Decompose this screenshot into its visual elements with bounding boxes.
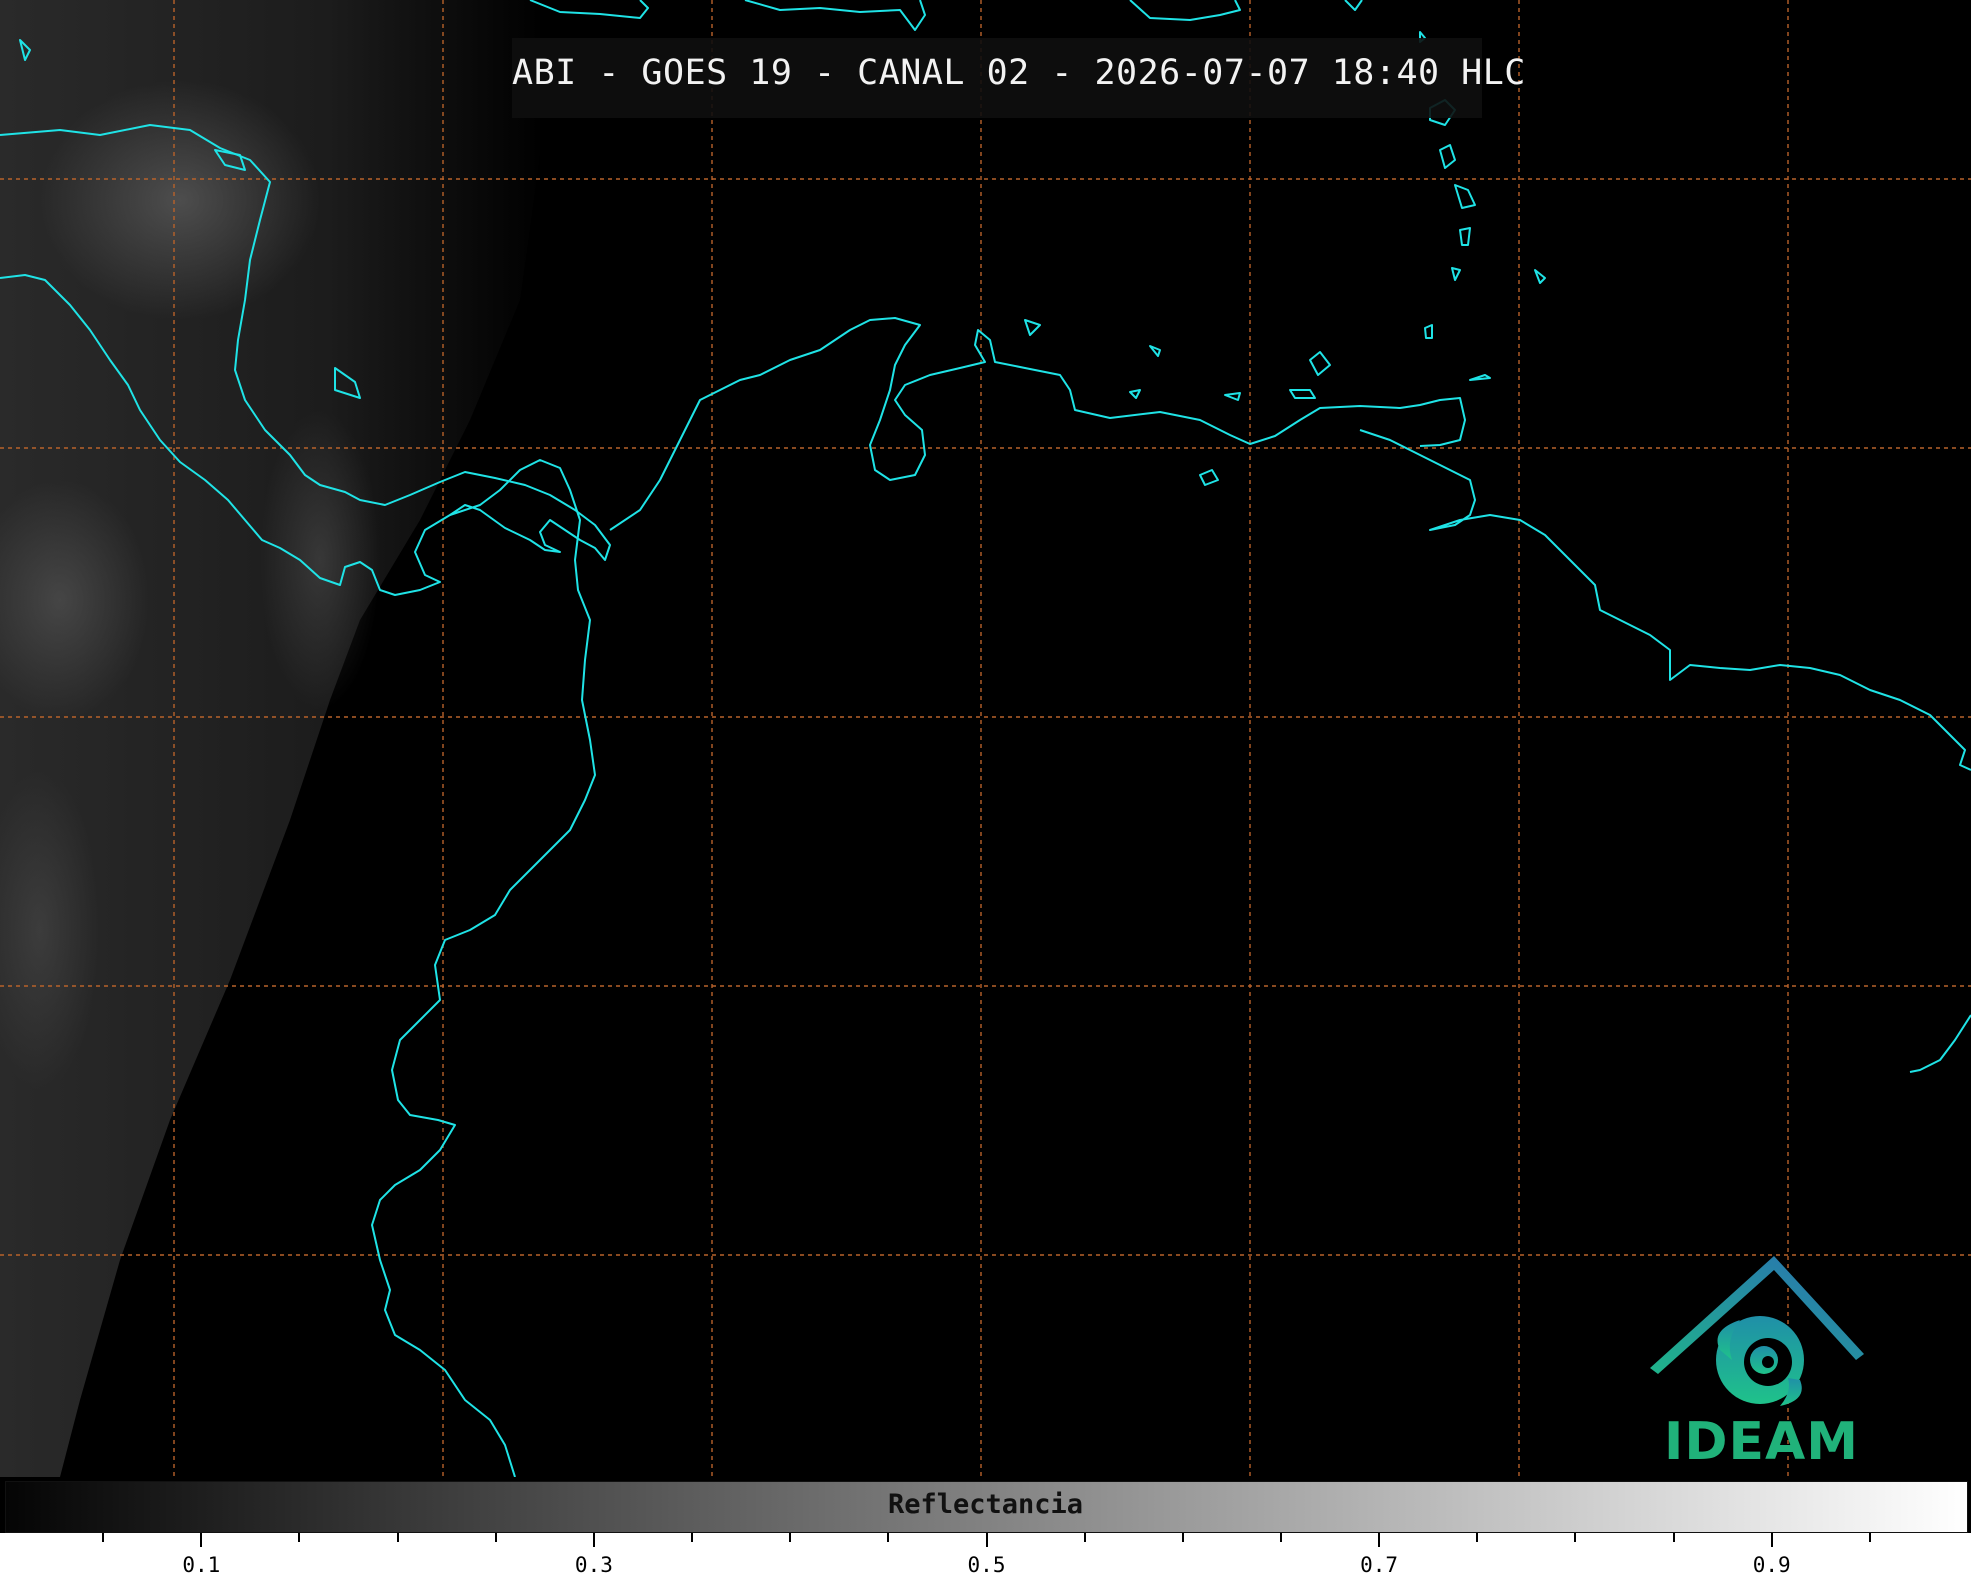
colorbar-tick	[1574, 1533, 1577, 1542]
colorbar-tick	[1378, 1533, 1381, 1547]
colorbar-tick	[887, 1533, 890, 1542]
colorbar-tick	[691, 1533, 694, 1542]
colorbar-tick-label: 0.9	[1752, 1553, 1791, 1577]
colorbar-tick-label: 0.1	[182, 1553, 221, 1577]
colorbar-tick	[985, 1533, 988, 1547]
colorbar-label: Reflectancia	[887, 1489, 1084, 1520]
colorbar-ticks: 0.1 0.3 0.5 0.7 0.9	[0, 1533, 1971, 1577]
colorbar-tick	[1476, 1533, 1479, 1542]
ideam-logo-text: IDEAM	[1664, 1412, 1860, 1472]
colorbar-tick	[200, 1533, 203, 1547]
image-title: ABI - GOES 19 - CANAL 02 - 2026-07-07 18…	[512, 53, 1526, 93]
colorbar-tick	[789, 1533, 792, 1542]
colorbar-tick-label: 0.5	[967, 1553, 1006, 1577]
colorbar-tick	[592, 1533, 595, 1547]
colorbar-tick-label: 0.3	[574, 1553, 613, 1577]
colorbar-tick	[494, 1533, 497, 1542]
colorbar-tick	[1868, 1533, 1871, 1542]
colorbar-tick	[396, 1533, 399, 1542]
colorbar-tick	[1672, 1533, 1675, 1542]
colorbar-tick	[1083, 1533, 1086, 1542]
colorbar-tick-label: 0.7	[1360, 1553, 1399, 1577]
colorbar-tick	[102, 1533, 105, 1542]
colorbar-tick	[1279, 1533, 1282, 1542]
colorbar-tick	[1181, 1533, 1184, 1542]
colorbar-tick	[298, 1533, 301, 1542]
colorbar-tick	[1770, 1533, 1773, 1547]
